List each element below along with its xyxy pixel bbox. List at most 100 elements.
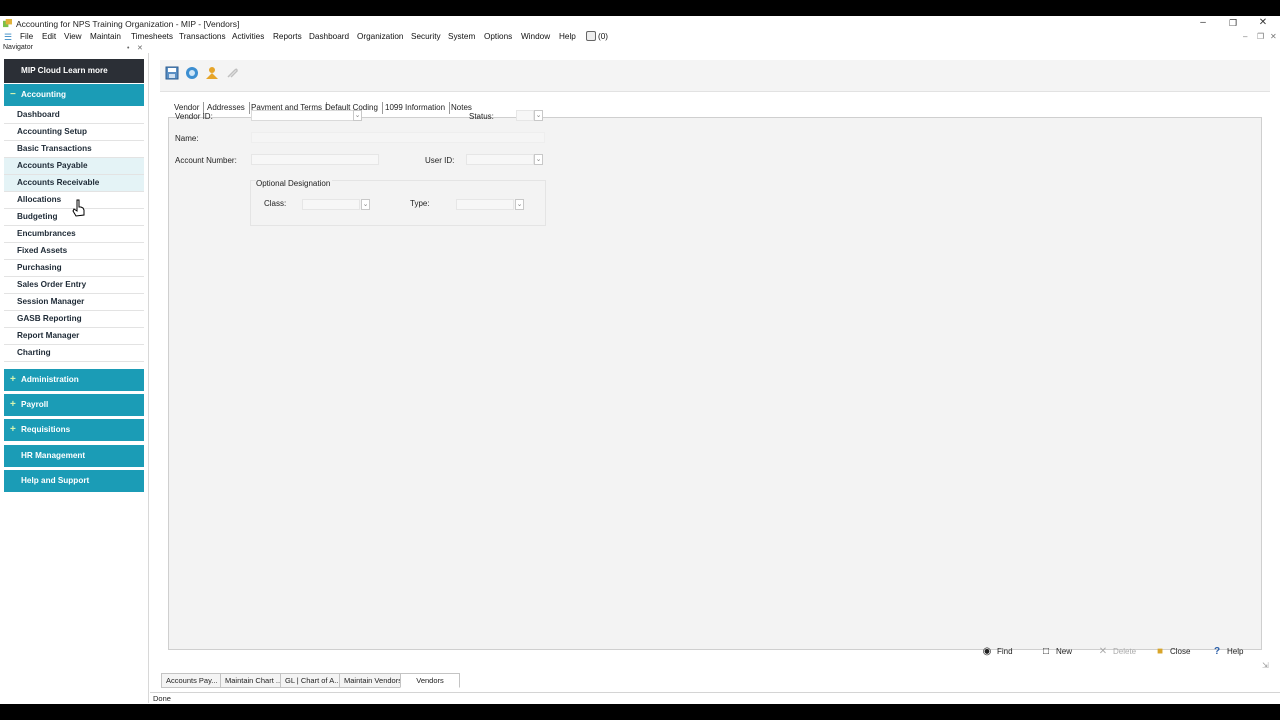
nav-item-charting[interactable]: Charting xyxy=(4,345,144,362)
name-input[interactable] xyxy=(251,132,545,143)
vendor-id-input[interactable] xyxy=(251,110,355,121)
notification-icon[interactable] xyxy=(586,31,596,41)
close-button[interactable]: ■ Close xyxy=(1155,644,1190,659)
menu-security[interactable]: Security xyxy=(411,32,441,41)
user-id-select[interactable] xyxy=(466,154,534,165)
nav-item-accounts-payable[interactable]: Accounts Payable xyxy=(4,158,144,175)
status-label: Status: xyxy=(469,112,494,121)
window-tab-gl-chart[interactable]: GL | Chart of A... xyxy=(280,673,346,688)
optional-designation-label: Optional Designation xyxy=(256,179,333,188)
user-id-label: User ID: xyxy=(425,156,455,165)
menu-window[interactable]: Window xyxy=(521,32,550,41)
nav-item-accounts-receivable[interactable]: Accounts Receivable xyxy=(4,175,144,192)
user-lookup-icon[interactable] xyxy=(205,66,219,80)
tab-1099-information[interactable]: 1099 Information xyxy=(381,102,451,114)
maximize-button[interactable]: ❐ xyxy=(1218,16,1248,30)
find-label: Find xyxy=(997,647,1013,656)
menu-help[interactable]: Help xyxy=(559,32,576,41)
close-navigator-icon[interactable]: ✕ xyxy=(137,44,143,52)
nav-section-label: Payroll xyxy=(21,400,49,409)
nav-item-session-manager[interactable]: Session Manager xyxy=(4,294,144,311)
type-dropdown-icon[interactable]: ⌄ xyxy=(515,199,524,210)
new-label: New xyxy=(1056,647,1073,656)
mdi-minimize-icon[interactable]: – xyxy=(1243,32,1247,41)
type-select[interactable] xyxy=(456,199,514,210)
binoculars-icon: ◉ xyxy=(982,646,992,657)
nav-section-hr-management[interactable]: HR Management xyxy=(4,445,144,467)
menu-system-icon[interactable]: ☰ xyxy=(4,32,12,43)
promo-banner[interactable]: MIP Cloud Learn more xyxy=(4,59,144,83)
save-icon[interactable] xyxy=(165,66,179,80)
nav-section-label: Accounting xyxy=(21,90,67,99)
refresh-icon[interactable] xyxy=(185,66,199,80)
collapse-icon: − xyxy=(10,89,16,100)
close-window-button[interactable]: ✕ xyxy=(1248,16,1278,30)
menu-organization[interactable]: Organization xyxy=(357,32,403,41)
account-number-label: Account Number: xyxy=(175,156,237,165)
class-select[interactable] xyxy=(302,199,360,210)
class-dropdown-icon[interactable]: ⌄ xyxy=(361,199,370,210)
nav-section-requisitions[interactable]: + Requisitions xyxy=(4,419,144,441)
nav-section-help-and-support[interactable]: Help and Support xyxy=(4,470,144,492)
menu-timesheets[interactable]: Timesheets xyxy=(131,32,173,41)
menu-maintain[interactable]: Maintain xyxy=(90,32,121,41)
window-tab-maintain-chart[interactable]: Maintain Chart ... xyxy=(220,673,288,688)
menu-options[interactable]: Options xyxy=(484,32,512,41)
nav-item-gasb-reporting[interactable]: GASB Reporting xyxy=(4,311,144,328)
menu-reports[interactable]: Reports xyxy=(273,32,302,41)
nav-section-accounting[interactable]: − Accounting xyxy=(4,84,144,106)
nav-item-encumbrances[interactable]: Encumbrances xyxy=(4,226,144,243)
close-label: Close xyxy=(1170,647,1191,656)
new-button[interactable]: □ New xyxy=(1041,644,1072,659)
menu-dashboard[interactable]: Dashboard xyxy=(309,32,349,41)
menu-system[interactable]: System xyxy=(448,32,475,41)
delete-icon: ✕ xyxy=(1098,646,1108,657)
menu-view[interactable]: View xyxy=(64,32,82,41)
window-tab-vendors[interactable]: Vendors xyxy=(400,673,460,688)
nav-section-label: Requisitions xyxy=(21,425,71,434)
name-label: Name: xyxy=(175,134,199,143)
nav-section-payroll[interactable]: + Payroll xyxy=(4,394,144,416)
expand-icon: + xyxy=(10,424,16,435)
find-button[interactable]: ◉ Find xyxy=(982,644,1013,659)
delete-button[interactable]: ✕ Delete xyxy=(1098,644,1136,659)
window-title: Accounting for NPS Training Organization… xyxy=(16,19,240,29)
nav-section-label: Help and Support xyxy=(21,476,90,485)
nav-item-basic-transactions[interactable]: Basic Transactions xyxy=(4,141,144,158)
window-tab-maintain-vendors[interactable]: Maintain Vendors xyxy=(339,673,407,688)
help-icon: ? xyxy=(1213,646,1221,657)
window-tab-accounts-payable[interactable]: Accounts Pay... xyxy=(161,673,223,688)
application-window: Accounting for NPS Training Organization… xyxy=(0,16,1280,704)
resize-grip-icon[interactable]: ⇲ xyxy=(1262,661,1269,670)
attachment-icon[interactable] xyxy=(225,66,239,80)
menu-file[interactable]: File xyxy=(20,32,33,41)
help-label: Help xyxy=(1227,647,1244,656)
nav-item-purchasing[interactable]: Purchasing xyxy=(4,260,144,277)
pin-icon[interactable]: • xyxy=(127,45,129,52)
menu-transactions[interactable]: Transactions xyxy=(179,32,226,41)
app-icon xyxy=(3,19,12,28)
mdi-close-icon[interactable]: ✕ xyxy=(1270,32,1277,41)
expand-icon: + xyxy=(10,399,16,410)
status-dropdown-icon[interactable]: ⌄ xyxy=(534,110,543,121)
nav-item-sales-order-entry[interactable]: Sales Order Entry xyxy=(4,277,144,294)
new-document-icon: □ xyxy=(1042,646,1050,657)
mdi-restore-icon[interactable]: ❐ xyxy=(1257,32,1264,41)
nav-section-administration[interactable]: + Administration xyxy=(4,369,144,391)
vendor-id-dropdown-icon[interactable]: ⌄ xyxy=(353,110,362,121)
status-bar: Done xyxy=(150,692,1280,704)
account-number-input[interactable] xyxy=(251,154,379,165)
title-bar: Accounting for NPS Training Organization… xyxy=(0,16,1280,30)
nav-item-fixed-assets[interactable]: Fixed Assets xyxy=(4,243,144,260)
menu-activities[interactable]: Activities xyxy=(232,32,264,41)
nav-item-accounting-setup[interactable]: Accounting Setup xyxy=(4,124,144,141)
nav-item-report-manager[interactable]: Report Manager xyxy=(4,328,144,345)
expand-icon: + xyxy=(10,374,16,385)
user-id-dropdown-icon[interactable]: ⌄ xyxy=(534,154,543,165)
help-button[interactable]: ? Help xyxy=(1212,644,1244,659)
status-select[interactable] xyxy=(516,110,534,121)
nav-item-dashboard[interactable]: Dashboard xyxy=(4,107,144,124)
minimize-button[interactable]: – xyxy=(1188,16,1218,30)
menu-edit[interactable]: Edit xyxy=(42,32,56,41)
navigator-pane: MIP Cloud Learn more − Accounting Dashbo… xyxy=(3,53,149,703)
